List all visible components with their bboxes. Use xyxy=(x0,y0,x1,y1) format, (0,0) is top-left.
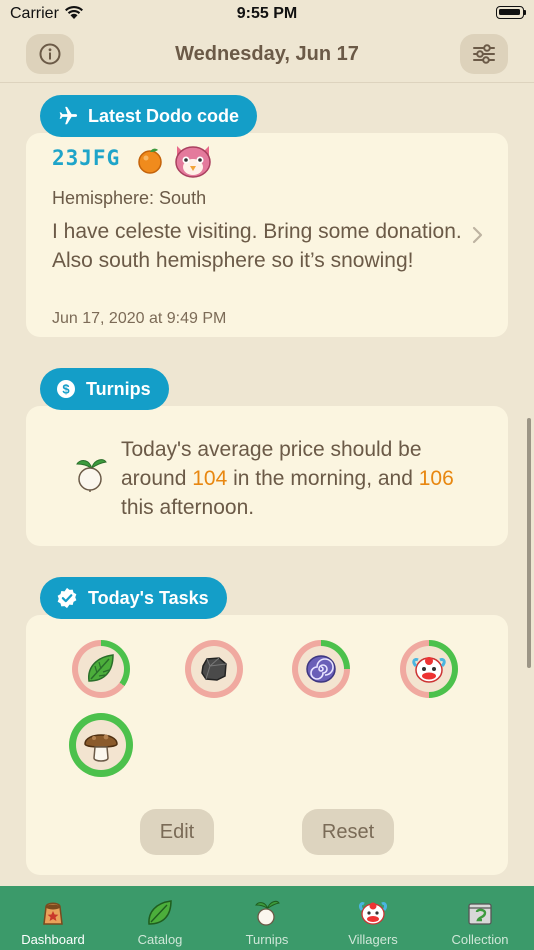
airplane-icon xyxy=(59,106,78,125)
battery-icon xyxy=(496,6,526,19)
tab-label: Turnips xyxy=(245,932,289,947)
sliders-icon xyxy=(473,44,495,64)
turnip-text-after: this afternoon. xyxy=(121,496,255,519)
morning-price: 104 xyxy=(192,467,228,490)
fossil-icon xyxy=(306,655,336,683)
turnip-icon xyxy=(255,900,280,926)
task-mushroom[interactable] xyxy=(69,713,133,777)
tab-label: Villagers xyxy=(348,932,398,947)
dodo-section-header: Latest Dodo code xyxy=(40,95,258,137)
task-balloon[interactable] xyxy=(400,640,458,698)
dashboard-icon xyxy=(43,902,63,925)
tab-label: Catalog xyxy=(137,932,183,947)
leaf-icon xyxy=(148,900,172,925)
tab-catalog[interactable]: Catalog xyxy=(107,886,213,950)
hemisphere-label: Hemisphere: South xyxy=(52,188,207,208)
villager-icon xyxy=(359,902,387,925)
afternoon-price: 106 xyxy=(418,467,454,490)
dollar-icon: $ xyxy=(57,380,75,398)
turnip-forecast: Today's average price should be around 1… xyxy=(121,435,491,522)
tab-villagers[interactable]: Villagers xyxy=(320,886,426,950)
tab-label: Collection xyxy=(451,932,509,947)
settings-button[interactable] xyxy=(460,34,508,74)
orange-icon xyxy=(138,148,162,174)
tasks-header-label: Today's Tasks xyxy=(88,587,209,608)
villager-celeste-icon xyxy=(175,146,211,178)
balloon-icon xyxy=(412,657,446,683)
dodo-timestamp: Jun 17, 2020 at 9:49 PM xyxy=(52,310,227,327)
dodo-code[interactable]: 23JFG xyxy=(52,146,120,170)
turnips-header-label: Turnips xyxy=(86,378,151,399)
tab-label: Dashboard xyxy=(21,932,85,947)
tab-dashboard[interactable]: Dashboard xyxy=(0,886,106,950)
svg-text:$: $ xyxy=(62,382,70,397)
turnip-text-middle: in the morning, and xyxy=(227,467,419,490)
task-fossil[interactable] xyxy=(292,640,350,698)
scrollbar[interactable] xyxy=(527,418,531,668)
tab-collection[interactable]: Collection xyxy=(427,886,533,950)
task-rock[interactable] xyxy=(185,640,243,698)
status-bar: Carrier 9:55 PM xyxy=(0,0,534,28)
turnips-section-header: $ Turnips xyxy=(40,368,169,410)
tab-bar: Dashboard Catalog Turnips Villagers Coll… xyxy=(0,886,534,950)
mushroom-icon xyxy=(84,734,118,762)
nav-divider xyxy=(0,82,534,83)
task-leaf[interactable] xyxy=(72,640,130,698)
tasks-section-header: Today's Tasks xyxy=(40,577,227,619)
clock: 9:55 PM xyxy=(236,5,298,22)
chevron-right-icon[interactable] xyxy=(471,226,483,244)
turnip-icon xyxy=(76,459,107,492)
page-title: Wednesday, Jun 17 xyxy=(175,43,359,65)
edit-button[interactable]: Edit xyxy=(140,809,214,855)
rock-icon xyxy=(201,657,227,681)
reset-button[interactable]: Reset xyxy=(302,809,394,855)
verified-check-icon xyxy=(57,587,77,609)
leaf-icon xyxy=(88,654,114,682)
collection-icon xyxy=(468,903,492,925)
dodo-message: I have celeste visiting. Bring some dona… xyxy=(52,220,462,272)
dodo-header-label: Latest Dodo code xyxy=(88,105,240,126)
tab-turnips[interactable]: Turnips xyxy=(214,886,320,950)
